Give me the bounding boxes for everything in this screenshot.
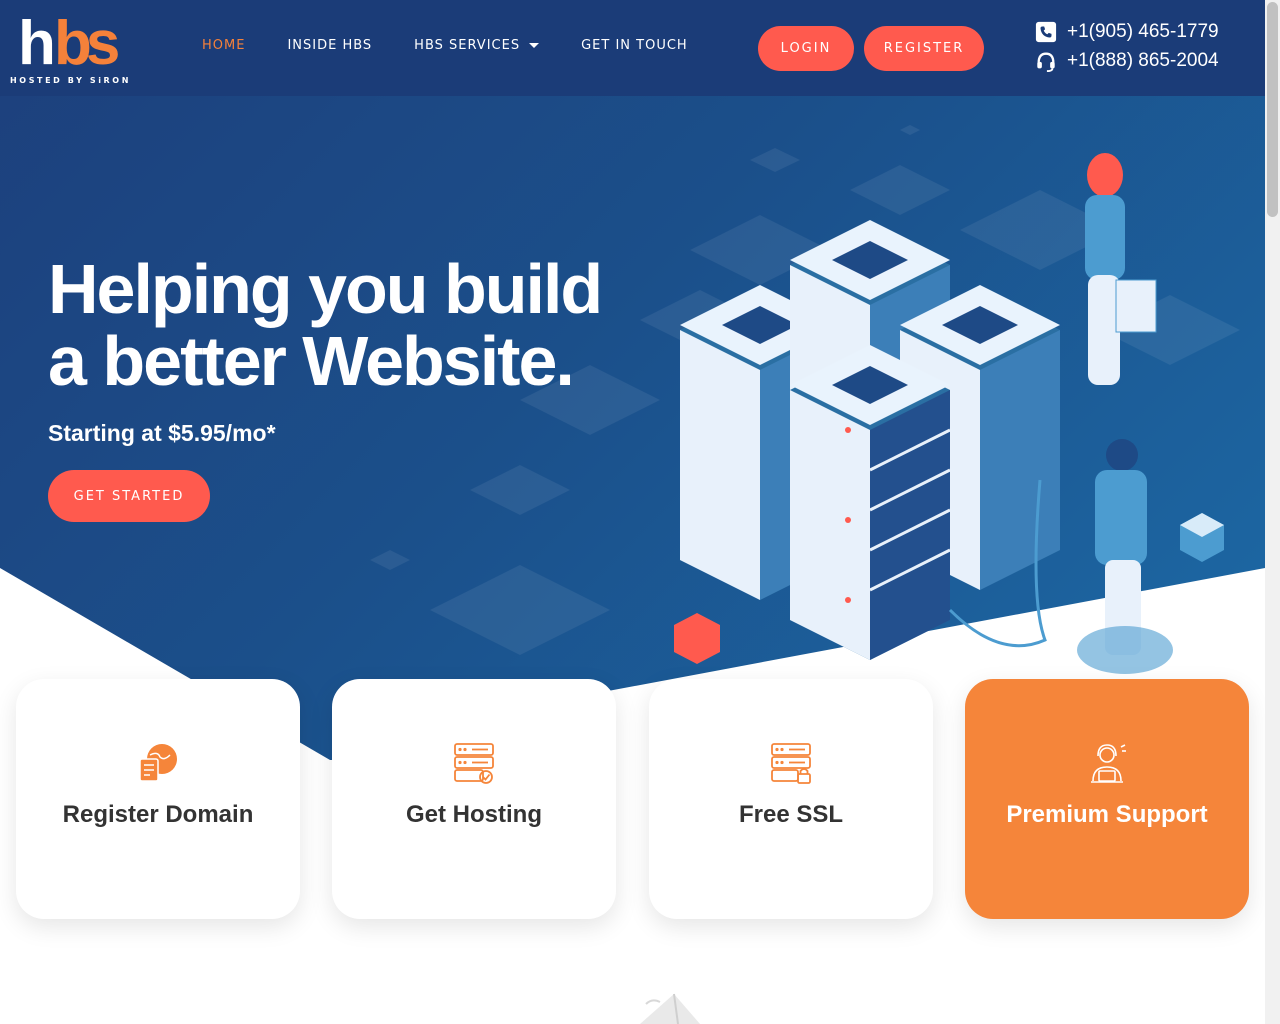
server-lock-icon [771,743,811,784]
card-title: Get Hosting [406,801,542,828]
phone-icon [1035,21,1057,43]
nav-home[interactable]: HOME [202,38,245,53]
phone-secondary[interactable]: +1(888) 865-2004 [1035,50,1219,72]
register-button[interactable]: REGISTER [864,26,984,71]
scrollbar-thumb[interactable] [1267,2,1278,217]
phone-primary-text: +1(905) 465-1779 [1067,21,1219,42]
phone-primary[interactable]: +1(905) 465-1779 [1035,21,1219,43]
headset-icon [1037,52,1055,72]
hero-headline-line2: a better Website. [48,322,575,400]
hero-price-subline: Starting at $5.95/mo* [48,420,276,446]
support-agent-icon [1091,744,1126,783]
server-check-icon [454,743,494,784]
domain-globe-icon [139,744,177,782]
chevron-down-icon [529,43,540,48]
hero-headline: Helping you build a better Website. [48,253,668,397]
hbs-logo-mark: h bs [18,9,124,78]
card-title: Premium Support [1006,801,1208,828]
card-register-domain[interactable]: Register Domain [16,679,300,919]
svg-text:bs: bs [54,9,118,76]
card-title: Register Domain [62,801,254,828]
phone-secondary-text: +1(888) 865-2004 [1067,50,1219,71]
bottom-decor-illustration [640,993,700,1024]
navbar: h bs HOSTED BY SiRON HOME INSIDE HBS HBS… [0,0,1265,96]
main-nav: HOME INSIDE HBS HBS SERVICES GET IN TOUC… [202,38,730,53]
nav-inside-hbs[interactable]: INSIDE HBS [287,38,372,53]
nav-get-in-touch[interactable]: GET IN TOUCH [581,38,688,53]
nav-hbs-services[interactable]: HBS SERVICES [414,38,540,53]
logo-tagline: HOSTED BY SiRON [10,76,132,85]
get-started-button[interactable]: GET STARTED [48,470,210,522]
card-title: Free SSL [738,801,844,828]
svg-text:h: h [18,9,53,76]
hbs-logo[interactable]: h bs HOSTED BY SiRON [10,8,135,88]
card-get-hosting[interactable]: Get Hosting [332,679,616,919]
card-premium-support[interactable]: Premium Support [965,679,1249,919]
login-button[interactable]: LOGIN [758,26,854,71]
hero-headline-line1: Helping you build [48,250,603,328]
card-free-ssl[interactable]: Free SSL [649,679,933,919]
